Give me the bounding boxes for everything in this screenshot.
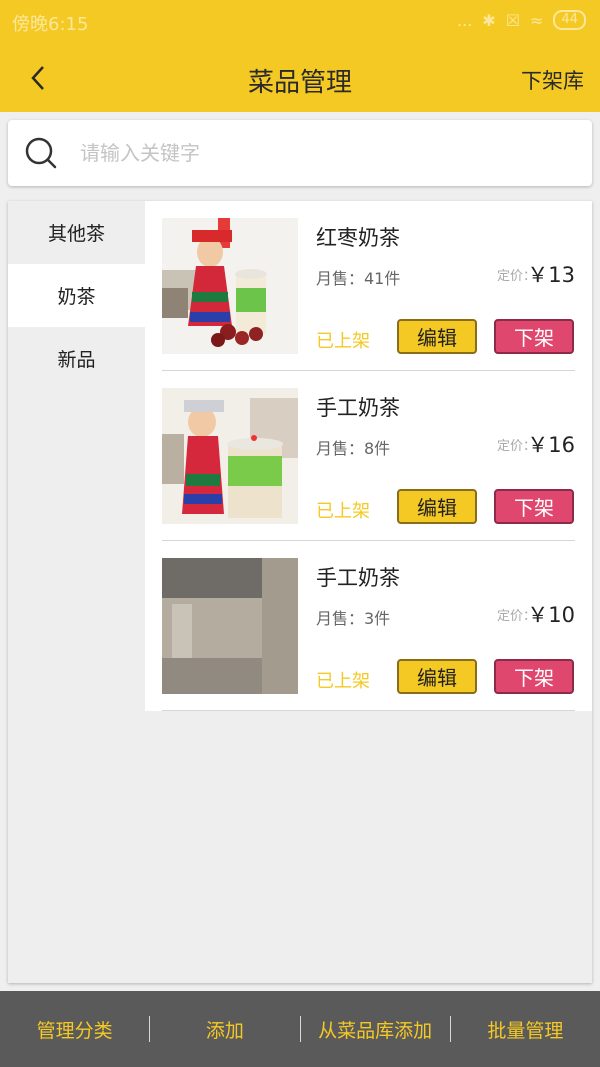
product-monthly-sales: 月售：3件	[316, 609, 391, 628]
product-image	[162, 558, 298, 694]
content-panel: 其他茶 奶茶 新品 红枣奶茶 月售：41件 定价： ￥13 已上架 编辑 下架 …	[8, 201, 592, 983]
take-off-shelf-button[interactable]: 下架	[494, 489, 574, 524]
status-time: 傍晚6:15	[12, 14, 89, 35]
product-price: ￥13	[527, 263, 575, 287]
product-name: 手工奶茶	[316, 396, 400, 420]
bottom-action-bar: 管理分类 添加 从菜品库添加 批量管理	[0, 991, 600, 1067]
add-button[interactable]: 添加	[150, 1016, 299, 1043]
divider	[162, 710, 575, 711]
wifi-icon: ≈	[530, 10, 544, 30]
take-off-shelf-button[interactable]: 下架	[494, 659, 574, 694]
product-image	[162, 388, 298, 524]
product-item[interactable]: 红枣奶茶 月售：41件 定价： ￥13 已上架 编辑 下架	[145, 201, 592, 371]
product-item[interactable]: 手工奶茶 月售：8件 定价： ￥16 已上架 编辑 下架	[145, 371, 592, 541]
product-status: 已上架	[316, 501, 370, 522]
category-item-other-tea[interactable]: 其他茶	[8, 201, 145, 264]
battery-icon: 44	[553, 10, 586, 30]
product-item[interactable]: 手工奶茶 月售：3件 定价： ￥10 已上架 编辑 下架	[145, 541, 592, 711]
category-item-milk-tea[interactable]: 奶茶	[8, 264, 145, 327]
edit-button[interactable]: 编辑	[397, 319, 477, 354]
product-monthly-sales: 月售：41件	[316, 269, 401, 288]
product-name: 红枣奶茶	[316, 226, 400, 250]
manage-categories-button[interactable]: 管理分类	[0, 1016, 149, 1043]
search-icon	[25, 137, 57, 169]
product-name: 手工奶茶	[316, 566, 400, 590]
nav-bar: 菜品管理 下架库	[0, 44, 600, 112]
search-input[interactable]	[80, 136, 560, 170]
status-icons: ... ✱ ☒ ≈ 44	[457, 10, 586, 30]
status-bar: 傍晚6:15 ... ✱ ☒ ≈ 44	[0, 0, 600, 44]
product-image	[162, 218, 298, 354]
product-price: ￥10	[527, 603, 575, 627]
product-status: 已上架	[316, 331, 370, 352]
category-sidebar: 其他茶 奶茶 新品	[8, 201, 145, 390]
off-shelf-library-button[interactable]: 下架库	[521, 65, 584, 95]
mute-icon: ☒	[505, 10, 521, 30]
add-from-library-button[interactable]: 从菜品库添加	[301, 1016, 450, 1043]
category-item-new[interactable]: 新品	[8, 327, 145, 390]
search-box[interactable]	[8, 120, 592, 186]
page-title: 菜品管理	[247, 68, 352, 98]
product-list: 红枣奶茶 月售：41件 定价： ￥13 已上架 编辑 下架 手工奶茶 月售：8件…	[145, 201, 592, 711]
edit-button[interactable]: 编辑	[397, 489, 477, 524]
take-off-shelf-button[interactable]: 下架	[494, 319, 574, 354]
product-price: ￥16	[527, 433, 575, 457]
edit-button[interactable]: 编辑	[397, 659, 477, 694]
signal-dots-icon: ...	[457, 10, 473, 30]
bluetooth-icon: ✱	[482, 10, 496, 30]
product-monthly-sales: 月售：8件	[316, 439, 391, 458]
batch-manage-button[interactable]: 批量管理	[451, 1016, 600, 1043]
product-status: 已上架	[316, 671, 370, 692]
